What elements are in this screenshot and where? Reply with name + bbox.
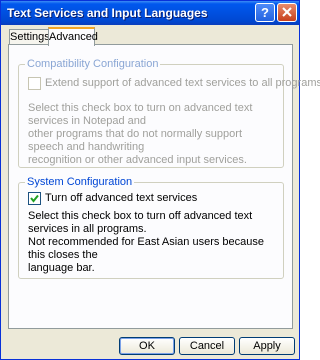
help-icon: ? xyxy=(261,5,269,20)
system-description: Select this check box to turn off advanc… xyxy=(28,210,265,274)
compatibility-description: Select this check box to turn on advance… xyxy=(28,102,253,166)
apply-button[interactable]: Apply xyxy=(239,337,295,355)
tab-advanced[interactable]: Advanced xyxy=(48,27,98,46)
dialog-window: Text Services and Input Languages ? Sett… xyxy=(0,0,320,360)
window-title: Text Services and Input Languages xyxy=(7,6,208,20)
tab-panel-advanced: Compatibility Configuration Extend suppo… xyxy=(8,44,320,329)
tab-settings[interactable]: Settings xyxy=(9,29,50,45)
turn-off-advanced-text-label: Turn off advanced text services xyxy=(45,192,198,204)
system-group-title: System Configuration xyxy=(25,176,135,188)
turn-off-advanced-text-checkbox[interactable] xyxy=(28,192,41,205)
ok-button[interactable]: OK xyxy=(119,337,175,355)
close-icon xyxy=(282,7,292,17)
title-bar[interactable]: Text Services and Input Languages ? xyxy=(1,1,299,25)
close-button[interactable] xyxy=(277,3,297,22)
compatibility-group: Compatibility Configuration Extend suppo… xyxy=(18,58,320,168)
checkmark-icon xyxy=(30,194,39,203)
help-button[interactable]: ? xyxy=(255,3,275,22)
compatibility-group-title: Compatibility Configuration xyxy=(25,58,161,70)
cancel-button[interactable]: Cancel xyxy=(179,337,235,355)
extend-support-label: Extend support of advanced text services… xyxy=(45,77,320,89)
extend-support-checkbox[interactable] xyxy=(28,77,41,90)
system-group: System Configuration Turn off advanced t… xyxy=(18,176,284,279)
